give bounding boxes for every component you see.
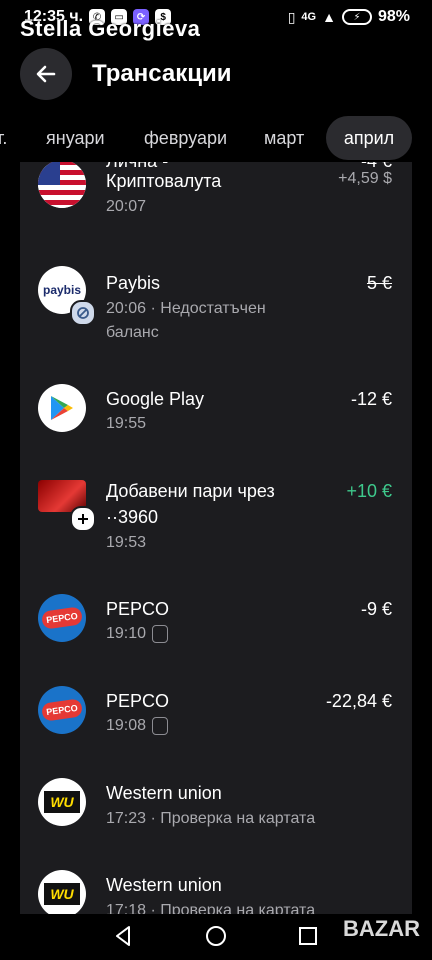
signal-icon: ▲ xyxy=(322,9,336,25)
back-button[interactable] xyxy=(20,48,72,100)
transaction-time: 19:08 xyxy=(106,717,147,734)
transaction-amount: -22,84 € xyxy=(325,691,392,711)
transaction-status-line2: баланс xyxy=(106,324,159,341)
tab-march[interactable]: март xyxy=(264,116,304,160)
transactions-list[interactable]: Лична - Криптовалута 20:07 -4 € +4,59 $ … xyxy=(20,162,412,914)
paybis-logo-text: paybis xyxy=(42,283,81,297)
transaction-row[interactable]: PEPCO PEPCO 19:08 -22,84 € xyxy=(20,686,412,756)
transaction-status: 17:23 · Проверка на картата xyxy=(106,810,316,827)
transaction-status: 20:06 · Недостатъчен xyxy=(106,300,266,317)
transaction-time: 19:53 xyxy=(106,534,147,551)
transaction-amount-secondary: +4,59 $ xyxy=(338,170,392,187)
month-tabs: г. януари февруари март април xyxy=(0,116,432,160)
transaction-status: 17:18 · Проверка на картата xyxy=(106,902,316,914)
pepco-logo-text: PEPCO xyxy=(40,606,84,630)
blocked-icon xyxy=(70,300,96,326)
arrow-left-icon xyxy=(36,65,56,83)
transaction-time: 19:55 xyxy=(106,415,147,432)
transaction-name: Western union xyxy=(106,875,222,895)
transaction-amount: +10 € xyxy=(346,481,392,501)
transaction-amount: -12 € xyxy=(350,389,392,409)
battery-level: 98% xyxy=(377,8,410,25)
pepco-logo: PEPCO xyxy=(38,594,86,642)
transaction-row[interactable]: Лична - Криптовалута 20:07 -4 € +4,59 $ xyxy=(20,162,412,232)
western-union-logo: WU xyxy=(38,778,86,826)
status-right: ▯ 4G ▲ ⚡ 98% xyxy=(288,8,410,26)
coins-icon xyxy=(152,716,169,735)
western-union-logo: WU xyxy=(38,870,86,914)
network-indicator: 4G xyxy=(301,11,317,23)
transaction-row[interactable]: WU Western union 17:18 · Проверка на кар… xyxy=(20,870,412,914)
transaction-time-row: 19:10 xyxy=(106,622,169,646)
coins-icon xyxy=(152,624,169,643)
page-title: Трансакции xyxy=(92,60,232,87)
pepco-logo: PEPCO xyxy=(38,686,86,734)
tab-january[interactable]: януари xyxy=(46,116,105,160)
nav-home-icon[interactable] xyxy=(204,924,228,948)
western-union-logo-text: WU xyxy=(44,791,80,813)
transaction-time: 20:07 xyxy=(106,198,147,215)
transaction-row[interactable]: WU Western union 17:23 · Проверка на кар… xyxy=(20,778,412,848)
tab-february[interactable]: февруари xyxy=(144,116,227,160)
transaction-row[interactable]: Добавени пари чрез ··3960 19:53 +10 € xyxy=(20,476,412,560)
transaction-time-row: 19:08 xyxy=(106,714,169,738)
transaction-name: Paybis xyxy=(106,273,161,293)
transaction-time: 19:10 xyxy=(106,625,147,642)
transaction-name-line2: ··3960 xyxy=(106,507,159,527)
watermark-logo: BAZAR xyxy=(343,916,420,941)
battery-icon: ⚡ xyxy=(341,9,372,25)
watermark-name: Stella Georgieva xyxy=(20,16,201,41)
nav-back-icon[interactable] xyxy=(112,924,136,948)
transaction-row[interactable]: paybis Paybis 20:06 · Недостатъчен балан… xyxy=(20,262,412,346)
transaction-name: Western union xyxy=(106,783,222,803)
nav-recent-apps-icon[interactable] xyxy=(296,924,320,948)
transaction-name-line2: Криптовалута xyxy=(106,171,222,191)
transaction-row[interactable]: PEPCO PEPCO 19:10 -9 € xyxy=(20,594,412,664)
tab-april[interactable]: април xyxy=(326,116,412,160)
western-union-logo-text: WU xyxy=(44,883,80,905)
header: Трансакции xyxy=(0,44,432,104)
transaction-amount: -9 € xyxy=(360,599,392,619)
tab-month-prev[interactable]: г. xyxy=(0,116,7,160)
transaction-amount: 5 € xyxy=(366,273,392,293)
add-icon xyxy=(70,506,96,532)
us-flag-icon xyxy=(38,162,86,208)
vibrate-icon: ▯ xyxy=(287,8,296,25)
transaction-name: Добавени пари чрез xyxy=(106,481,275,501)
transaction-name: PEPCO xyxy=(106,691,170,711)
pepco-logo-text: PEPCO xyxy=(40,698,84,722)
transaction-row[interactable]: Google Play 19:55 -12 € xyxy=(20,380,412,450)
transaction-name: PEPCO xyxy=(106,599,170,619)
google-play-icon xyxy=(38,384,86,432)
transaction-name: Google Play xyxy=(106,389,205,409)
